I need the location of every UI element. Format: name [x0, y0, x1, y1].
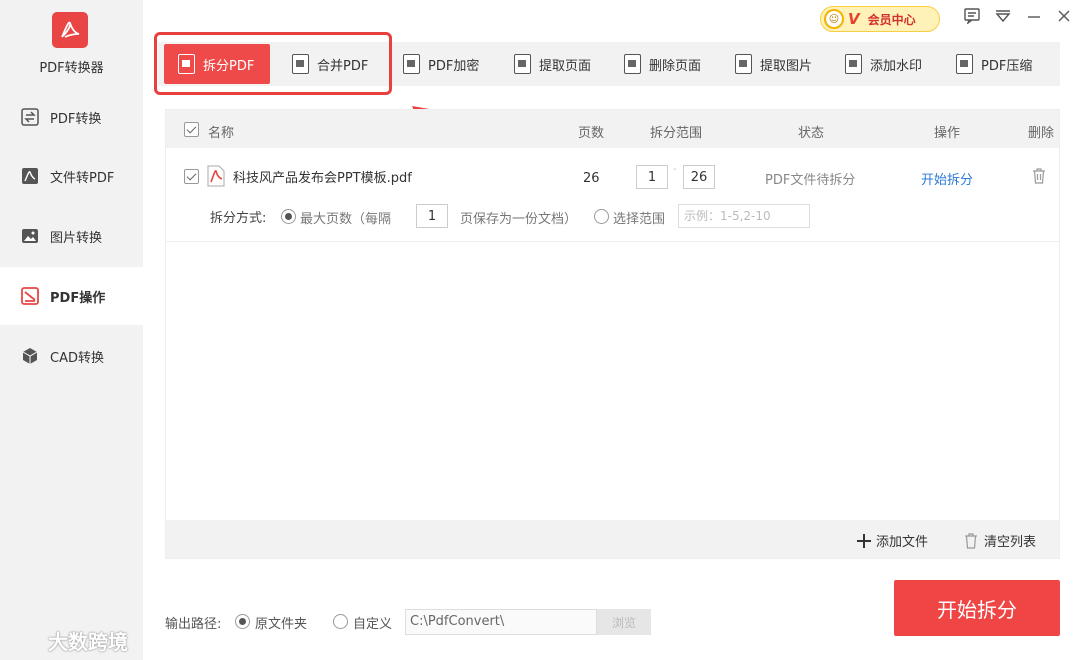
mode-max-pages-radio[interactable]	[281, 209, 296, 224]
feedback-icon[interactable]	[962, 6, 982, 26]
tab-add-watermark[interactable]: 添加水印	[845, 44, 922, 84]
output-custom-radio[interactable]	[333, 614, 348, 629]
trash-icon[interactable]	[1032, 168, 1046, 188]
compress-icon	[956, 54, 973, 74]
extract-images-icon	[735, 54, 752, 74]
table-row: 科技风产品发布会PPT模板.pdf 26 1 - 26 PDF文件待拆分 开始拆…	[166, 148, 1059, 242]
plus-icon	[857, 533, 871, 548]
sidebar-item-label: 文件转PDF	[50, 170, 115, 186]
delete-pages-icon	[624, 54, 641, 74]
add-file-label: 添加文件	[876, 535, 929, 550]
file-status: PDF文件待拆分	[765, 173, 856, 188]
sidebar-item-pdf-operations[interactable]: PDF操作	[0, 267, 143, 325]
sidebar-item-label: 图片转换	[50, 230, 103, 246]
watermark-icon	[845, 54, 862, 74]
smiley-icon: ☺	[824, 9, 844, 29]
sidebar-item-image-convert[interactable]: 图片转换	[0, 207, 143, 265]
start-split-button[interactable]: 开始拆分	[894, 580, 1060, 636]
header-status: 状态	[798, 126, 825, 141]
swap-icon	[20, 107, 40, 127]
tab-label: 添加水印	[870, 58, 923, 74]
menu-dropdown-icon[interactable]	[993, 6, 1013, 26]
range-separator: -	[673, 164, 677, 175]
annotation-highlight-box	[154, 32, 392, 95]
pdf-edit-icon	[20, 286, 40, 306]
sidebar: PDF转换器 PDF转换 文件转PDF 图片转换 PDF操作 CAD转换	[0, 0, 143, 660]
add-file-button[interactable]: 添加文件	[856, 531, 928, 550]
header-action: 操作	[934, 126, 961, 141]
tab-extract-pages[interactable]: 提取页面	[514, 44, 591, 84]
start-split-link[interactable]: 开始拆分	[921, 169, 973, 188]
clear-list-button[interactable]: 清空列表	[964, 531, 1036, 550]
output-path-input[interactable]: C:\PdfConvert\	[405, 609, 597, 635]
extract-pages-icon	[514, 54, 531, 74]
sidebar-item-cad-convert[interactable]: CAD转换	[0, 327, 143, 385]
output-original-label: 原文件夹	[255, 617, 308, 632]
range-from-input[interactable]: 1	[636, 165, 668, 189]
header-delete: 删除	[1028, 126, 1055, 141]
table-footer: 添加文件 清空列表	[166, 520, 1059, 558]
tab-label: PDF压缩	[981, 58, 1033, 74]
mode-range-radio[interactable]	[594, 209, 609, 224]
tab-delete-pages[interactable]: 删除页面	[624, 44, 701, 84]
trash-icon	[965, 532, 977, 549]
vip-badge: V	[848, 10, 860, 28]
sidebar-item-label: CAD转换	[50, 350, 104, 366]
tab-label: 提取图片	[760, 58, 813, 74]
pages-per-file-input[interactable]: 1	[416, 204, 448, 228]
tab-label: 删除页面	[649, 58, 702, 74]
header-name: 名称	[208, 126, 235, 141]
header-range: 拆分范围	[650, 126, 703, 141]
sidebar-item-label: PDF操作	[50, 290, 106, 306]
header-pages: 页数	[578, 126, 605, 141]
mode-max-pages-suffix: 页保存为一份文档）	[460, 212, 578, 227]
file-table: 名称 页数 拆分范围 状态 操作 删除 科技风产品发布会PPT模板.pdf 26…	[165, 109, 1060, 559]
watermark-logo: 大数跨境	[8, 626, 128, 655]
close-icon[interactable]	[1054, 6, 1074, 26]
lock-file-icon	[403, 54, 420, 74]
app-logo	[52, 12, 88, 48]
pdf-file-icon	[207, 165, 225, 191]
tab-label: PDF加密	[428, 58, 480, 74]
vip-center-label: 会员中心	[867, 12, 916, 27]
tab-label: 提取页面	[539, 58, 592, 74]
watermark-text: 大数跨境	[48, 630, 128, 654]
split-mode-label: 拆分方式:	[210, 211, 267, 226]
vip-center-button[interactable]: ☺ V 会员中心	[820, 6, 940, 32]
file-pages: 26	[583, 171, 600, 186]
minimize-icon[interactable]	[1024, 6, 1044, 26]
clear-list-label: 清空列表	[984, 535, 1037, 550]
sidebar-item-pdf-convert[interactable]: PDF转换	[0, 88, 143, 146]
select-all-checkbox[interactable]	[184, 122, 199, 137]
browse-button[interactable]: 浏览	[597, 609, 651, 635]
range-to-input[interactable]: 26	[683, 165, 715, 189]
tab-extract-images[interactable]: 提取图片	[735, 44, 812, 84]
image-icon	[20, 226, 40, 246]
sidebar-item-label: PDF转换	[50, 111, 102, 127]
output-path-label: 输出路径:	[165, 617, 222, 632]
tab-pdf-compress[interactable]: PDF压缩	[956, 44, 1032, 84]
acrobat-logo-icon	[61, 21, 80, 38]
app-name: PDF转换器	[39, 61, 104, 76]
cube-icon	[20, 346, 40, 366]
file-name: 科技风产品发布会PPT模板.pdf	[233, 171, 412, 186]
mode-max-pages-label: 最大页数（每隔	[300, 212, 392, 227]
tab-pdf-encrypt[interactable]: PDF加密	[403, 44, 479, 84]
row-checkbox[interactable]	[184, 169, 199, 184]
table-header: 名称 页数 拆分范围 状态 操作 删除	[166, 110, 1059, 148]
mode-range-label: 选择范围	[613, 212, 666, 227]
sidebar-item-file-to-pdf[interactable]: 文件转PDF	[0, 147, 143, 205]
pdf-file-icon	[20, 166, 40, 186]
output-custom-label: 自定义	[353, 617, 393, 632]
custom-range-input[interactable]: 示例：1-5,2-10	[678, 204, 810, 228]
output-original-radio[interactable]	[235, 614, 250, 629]
